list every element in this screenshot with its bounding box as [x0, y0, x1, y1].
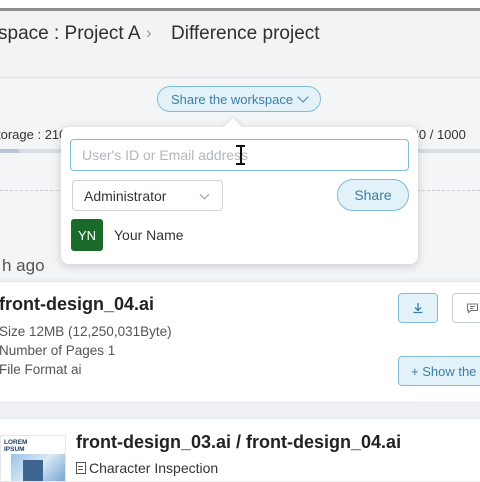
chevron-down-icon: [199, 189, 210, 200]
file-pages: Number of Pages 1: [0, 343, 116, 358]
time-group-label: h ago: [2, 256, 45, 275]
share-workspace-label: Share the workspace: [170, 91, 294, 107]
top-strip: [0, 0, 480, 8]
breadcrumb-workspace[interactable]: space : Project A: [0, 23, 141, 45]
download-button[interactable]: [398, 293, 438, 323]
file-size: Size 12MB (12,250,031Byte): [0, 324, 172, 339]
download-icon: [413, 303, 423, 314]
text-cursor-icon: [236, 145, 245, 165]
inspection-type: Character Inspection: [76, 460, 218, 476]
file-compare-title[interactable]: front-design_03.ai / front-design_04.ai: [76, 432, 401, 453]
role-select[interactable]: Administrator: [72, 180, 223, 211]
breadcrumb-separator: ›: [146, 23, 152, 42]
chevron-down-icon: [297, 91, 309, 103]
file-format: File Format ai: [0, 362, 82, 377]
inspection-label: Character Inspection: [89, 460, 219, 476]
storage-progress-fill: [0, 149, 20, 153]
show-button[interactable]: + Show the: [398, 356, 480, 386]
avatar: YN: [71, 219, 103, 251]
comment-icon: [466, 303, 478, 314]
user-name: Your Name: [114, 227, 184, 243]
share-button[interactable]: Share: [337, 179, 409, 211]
role-select-value: Administrator: [84, 187, 167, 204]
share-workspace-button[interactable]: Share the workspace: [157, 86, 321, 112]
file-thumbnail: LOREM IPSUM: [0, 435, 66, 482]
document-icon: [76, 462, 86, 474]
file-title[interactable]: front-design_04.ai: [0, 294, 154, 315]
comment-button[interactable]: [452, 293, 480, 323]
thumbnail-building: [23, 460, 43, 481]
breadcrumb-project: Difference project: [171, 23, 320, 44]
thumbnail-text: LOREM IPSUM: [4, 439, 28, 453]
